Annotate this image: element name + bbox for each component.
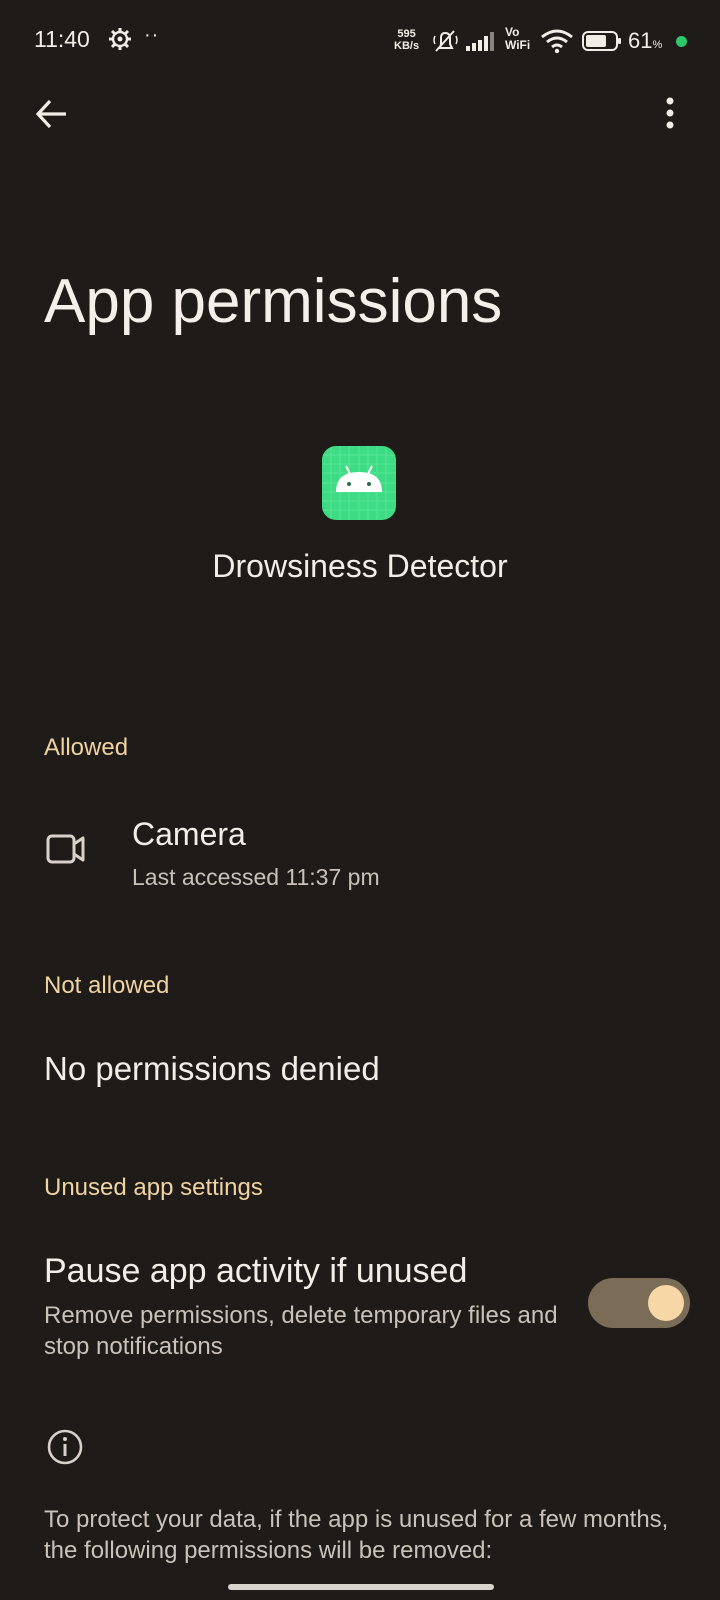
battery-percent-value: 61 [628, 28, 653, 53]
toggle-knob [648, 1285, 684, 1321]
section-header-allowed: Allowed [44, 734, 129, 761]
wifi-label: WiFi [505, 38, 531, 52]
android-icon [322, 446, 396, 520]
app-icon [322, 446, 396, 520]
net-speed-value: 595 [397, 28, 416, 40]
section-header-not-allowed: Not allowed [44, 972, 170, 999]
setting-title: Pause app activity if unused [44, 1252, 468, 1290]
net-speed-unit: KB/s [394, 40, 420, 52]
section-header-unused: Unused app settings [44, 1174, 263, 1201]
signal-icon [466, 32, 494, 51]
setting-description: Remove permissions, delete temporary fil… [44, 1302, 558, 1360]
battery-percent: 61% [628, 28, 662, 54]
info-text: To protect your data, if the app is unus… [44, 1506, 669, 1564]
pause-activity-toggle[interactable] [588, 1278, 690, 1328]
battery-percent-sign: % [652, 39, 663, 51]
permission-subtitle: Last accessed 11:37 pm [132, 864, 380, 890]
settings-gear-icon [109, 28, 131, 50]
status-more-dots: ·· [144, 24, 160, 46]
info-icon [47, 1429, 83, 1465]
more-vertical-icon[interactable] [664, 96, 676, 132]
permission-item-camera[interactable] [0, 800, 720, 910]
page-title: App permissions [44, 267, 503, 336]
camera-icon [46, 834, 85, 864]
permission-title: Camera [132, 816, 246, 852]
no-denied-text: No permissions denied [44, 1050, 380, 1087]
status-time: 11:40 [34, 26, 90, 52]
app-name: Drowsiness Detector [212, 548, 508, 584]
wifi-icon [541, 29, 573, 54]
mute-icon [433, 30, 458, 52]
privacy-indicator-dot [676, 36, 687, 47]
gesture-nav-handle[interactable] [228, 1584, 494, 1590]
battery-icon [582, 31, 621, 51]
net-speed: 595 KB/s [394, 28, 419, 52]
vowifi-indicator: Vo WiFi [505, 26, 530, 52]
arrow-left-icon[interactable] [34, 96, 70, 132]
